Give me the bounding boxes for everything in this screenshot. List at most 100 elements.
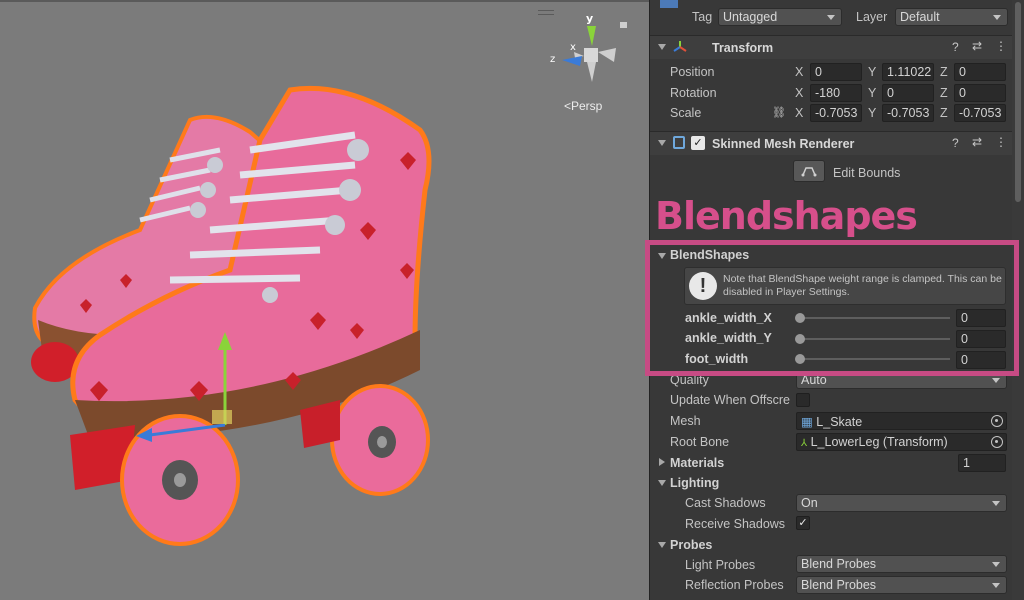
scene-view[interactable]: y x z <Persp: [0, 0, 649, 600]
chevron-down-icon: [992, 378, 1000, 383]
presets-icon[interactable]: ⇄: [972, 39, 982, 53]
foldout-arrow-icon[interactable]: [658, 542, 666, 548]
rotation-label: Rotation: [670, 86, 717, 100]
mesh-icon: ▦: [801, 415, 813, 429]
foldout-arrow-icon[interactable]: [659, 458, 665, 466]
scale-y-axis[interactable]: Y: [868, 106, 876, 120]
receive-shadows-checkbox[interactable]: ✓: [796, 516, 810, 530]
tag-value: Untagged: [723, 10, 778, 24]
tag-label: Tag: [692, 10, 713, 24]
constrain-proportions-icon[interactable]: ⛓: [772, 106, 786, 119]
foldout-arrow-icon[interactable]: [658, 140, 666, 146]
gizmo-z-label: z: [550, 54, 555, 65]
materials-count-field[interactable]: 1: [958, 454, 1006, 472]
mesh-value: L_Skate: [816, 415, 863, 429]
rotation-z-axis[interactable]: Z: [940, 86, 948, 100]
scale-label: Scale: [670, 106, 702, 120]
scale-y-field[interactable]: -0.7053: [882, 104, 934, 122]
reflection-probes-value: Blend Probes: [801, 578, 877, 592]
reflection-probes-dropdown[interactable]: Blend Probes: [796, 576, 1007, 594]
cast-shadows-label: Cast Shadows: [685, 496, 766, 510]
lighting-foldout[interactable]: Lighting: [670, 476, 719, 490]
object-picker-icon[interactable]: [991, 415, 1003, 427]
help-icon[interactable]: ?: [952, 136, 959, 150]
chevron-down-icon: [827, 15, 835, 20]
receive-shadows-label: Receive Shadows: [685, 517, 786, 531]
position-z-axis[interactable]: Z: [940, 65, 948, 79]
skinned-mesh-renderer-title: Skinned Mesh Renderer: [712, 137, 855, 151]
rotation-x-field[interactable]: -180: [810, 84, 862, 102]
skinned-mesh-renderer-header[interactable]: ✓ Skinned Mesh Renderer ? ⇄ ⋮: [650, 131, 1024, 155]
inspector-scrollbar-thumb[interactable]: [1015, 2, 1021, 202]
gizmo-neg-y-cone[interactable]: [587, 62, 596, 82]
probes-foldout[interactable]: Probes: [670, 538, 712, 552]
skinned-mesh-icon: [673, 136, 685, 149]
gizmo-z-cone[interactable]: [562, 56, 582, 66]
object-picker-icon[interactable]: [991, 436, 1003, 448]
perspective-toggle[interactable]: <Persp: [564, 99, 602, 113]
component-enabled-checkbox[interactable]: ✓: [691, 136, 705, 150]
reflection-probes-label: Reflection Probes: [685, 578, 784, 592]
unity-editor: y x z <Persp Tag Untagged Layer Default …: [0, 0, 1024, 600]
transform-title: Transform: [712, 41, 774, 55]
chevron-down-icon: [992, 501, 1000, 506]
scale-x-axis[interactable]: X: [795, 106, 803, 120]
update-offscreen-label: Update When Offscre: [670, 393, 790, 407]
gizmo-y-cone[interactable]: [587, 26, 596, 46]
more-icon[interactable]: ⋮: [995, 135, 1007, 149]
gizmo-neg-x-cone[interactable]: [598, 48, 616, 62]
chevron-down-icon: [992, 583, 1000, 588]
position-x-axis[interactable]: X: [795, 65, 803, 79]
foldout-arrow-icon[interactable]: [658, 44, 666, 50]
mesh-object-field[interactable]: ▦ L_Skate: [796, 412, 1007, 430]
more-icon[interactable]: ⋮: [995, 39, 1007, 53]
root-bone-object-field[interactable]: ⅄ L_LowerLeg (Transform): [796, 433, 1007, 451]
layer-label: Layer: [856, 10, 888, 24]
presets-icon[interactable]: ⇄: [972, 135, 982, 149]
gizmo-x-label: x: [570, 42, 576, 53]
scale-z-field[interactable]: -0.7053: [954, 104, 1006, 122]
blendshapes-highlight-box: [645, 240, 1019, 376]
transform-icon: [673, 41, 687, 52]
tag-dropdown[interactable]: Untagged: [718, 8, 842, 26]
rotation-y-field[interactable]: 0: [882, 84, 934, 102]
root-bone-label: Root Bone: [670, 435, 730, 449]
rotation-y-axis[interactable]: Y: [868, 86, 876, 100]
gameobject-icon: [660, 0, 678, 8]
mesh-label: Mesh: [670, 414, 701, 428]
foldout-arrow-icon[interactable]: [658, 480, 666, 486]
position-z-field[interactable]: 0: [954, 63, 1006, 81]
light-probes-label: Light Probes: [685, 558, 756, 572]
edit-bounds-label: Edit Bounds: [833, 166, 901, 180]
position-y-field[interactable]: 1.11022: [882, 63, 934, 81]
edit-bounds-button[interactable]: [793, 160, 825, 182]
root-bone-value: L_LowerLeg (Transform): [810, 435, 948, 449]
scene-top-border: [0, 0, 649, 2]
bone-icon: ⅄: [801, 438, 808, 449]
edit-bounds-icon: [801, 167, 817, 177]
scale-x-field[interactable]: -0.7053: [810, 104, 862, 122]
chevron-down-icon: [993, 15, 1001, 20]
cast-shadows-value: On: [801, 496, 818, 510]
position-label: Position: [670, 65, 715, 79]
materials-foldout[interactable]: Materials: [670, 456, 724, 470]
gizmo-center-cube[interactable]: [584, 48, 598, 62]
scale-z-axis[interactable]: Z: [940, 106, 948, 120]
cast-shadows-dropdown[interactable]: On: [796, 494, 1007, 512]
rotation-z-field[interactable]: 0: [954, 84, 1006, 102]
rotation-x-axis[interactable]: X: [795, 86, 803, 100]
position-x-field[interactable]: 0: [810, 63, 862, 81]
position-y-axis[interactable]: Y: [868, 65, 876, 79]
update-offscreen-checkbox[interactable]: [796, 393, 810, 407]
orientation-gizmo[interactable]: y x z: [540, 8, 640, 88]
light-probes-value: Blend Probes: [801, 557, 877, 571]
chevron-down-icon: [992, 562, 1000, 567]
light-probes-dropdown[interactable]: Blend Probes: [796, 555, 1007, 573]
blendshapes-overlay-title: Blendshapes: [655, 194, 918, 238]
roller-skates-model[interactable]: [20, 80, 450, 570]
gizmo-lock-icon[interactable]: [620, 22, 627, 28]
help-icon[interactable]: ?: [952, 40, 959, 54]
gizmo-y-label: y: [586, 12, 593, 25]
transform-header[interactable]: Transform ? ⇄ ⋮: [650, 35, 1024, 59]
layer-dropdown[interactable]: Default: [895, 8, 1008, 26]
